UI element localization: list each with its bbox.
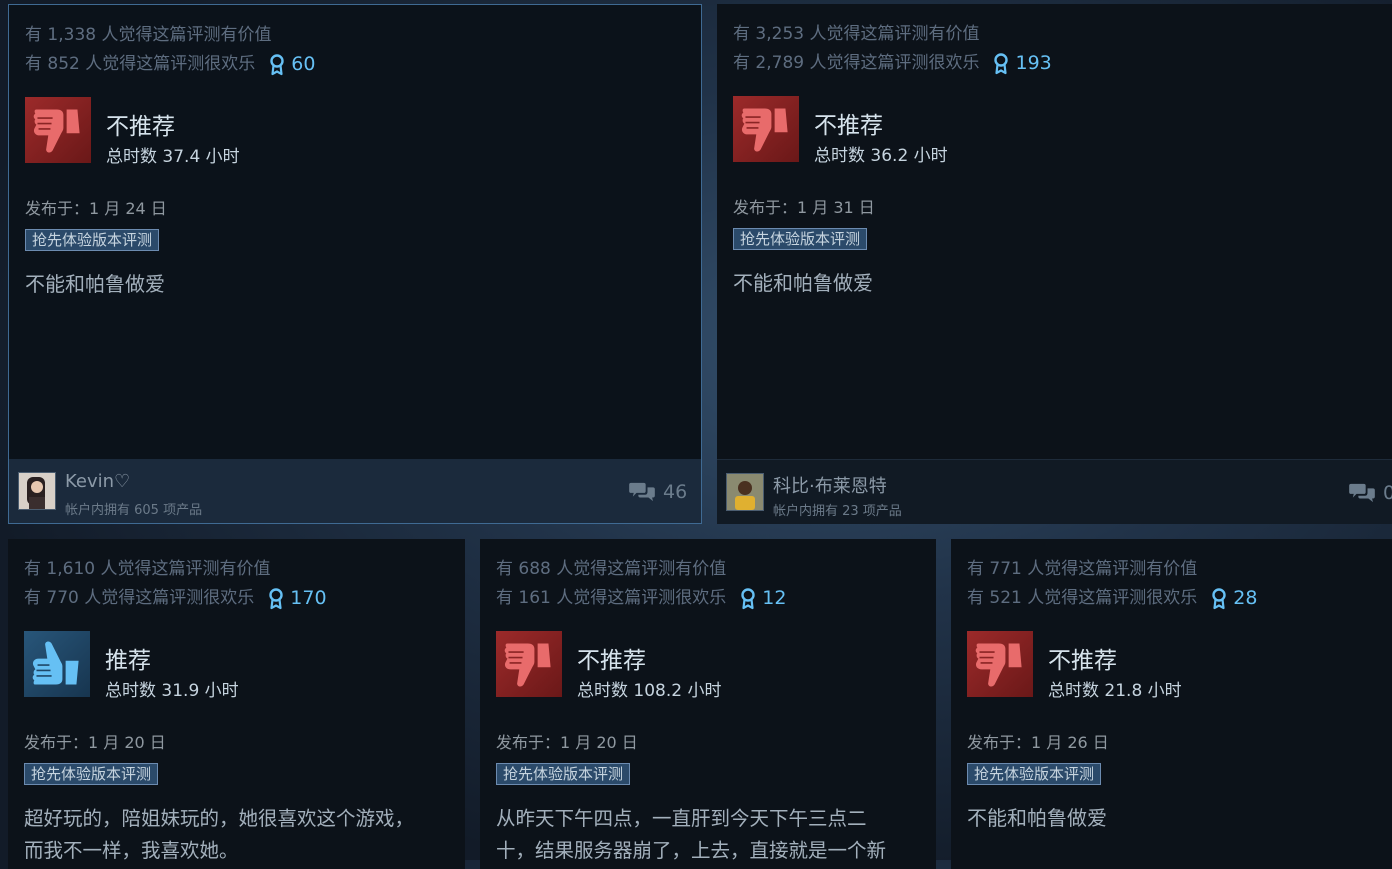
posted-date: 发布于：1 月 31 日: [733, 198, 875, 217]
early-access-tag: 抢先体验版本评测: [25, 229, 160, 251]
review-text[interactable]: 从昨天下午四点，一直肝到今天下午三点二 十，结果服务器崩了，上去，直接就是一个新: [496, 803, 886, 867]
comment-icon: [629, 481, 655, 503]
review-card[interactable]: 有 1,338 人觉得这篇评测有价值 有 852 人觉得这篇评测很欢乐 60 不推…: [8, 4, 702, 524]
helpful-count: 有 3,253 人觉得这篇评测有价值: [733, 24, 980, 44]
helpful-count: 有 1,338 人觉得这篇评测有价值: [25, 25, 272, 45]
funny-count: 有 852 人觉得这篇评测很欢乐: [25, 54, 256, 74]
review-text[interactable]: 超好玩的，陪姐妹玩的，她很喜欢这个游戏， 而我不一样，我喜欢她。: [24, 803, 414, 867]
award-icon: [993, 53, 1009, 75]
funny-count: 有 770 人觉得这篇评测很欢乐: [24, 588, 255, 608]
review-text-line: 十，结果服务器崩了，上去，直接就是一个新: [496, 839, 887, 862]
review-verdict[interactable]: 不推荐: [1048, 641, 1117, 675]
review-verdict[interactable]: 不推荐: [577, 641, 646, 675]
early-access-tag: 抢先体验版本评测: [733, 228, 868, 250]
review-card[interactable]: 有 3,253 人觉得这篇评测有价值 有 2,789 人觉得这篇评测很欢乐 193…: [717, 4, 1392, 524]
posted-date: 发布于：1 月 20 日: [496, 733, 638, 752]
review-author-footer: Kevin♡ 帐户内拥有 605 项产品 46: [9, 459, 701, 523]
funny-count: 有 521 人觉得这篇评测很欢乐: [967, 588, 1198, 608]
award-count[interactable]: 28: [1211, 584, 1257, 613]
award-icon: [740, 588, 756, 610]
review-text[interactable]: 不能和帕鲁做爱: [733, 267, 873, 299]
avatar[interactable]: [18, 472, 56, 510]
posted-date: 发布于：1 月 26 日: [967, 733, 1109, 752]
review-verdict[interactable]: 推荐: [105, 641, 151, 675]
review-text[interactable]: 不能和帕鲁做爱: [25, 268, 165, 300]
review-card[interactable]: 有 771 人觉得这篇评测有价值 有 521 人觉得这篇评测很欢乐 28 不推荐 …: [951, 539, 1392, 869]
funny-count: 有 161 人觉得这篇评测很欢乐: [496, 588, 727, 608]
avatar[interactable]: [726, 473, 764, 511]
author-name[interactable]: Kevin♡: [65, 471, 130, 492]
review-verdict[interactable]: 不推荐: [106, 107, 175, 141]
funny-count: 有 2,789 人觉得这篇评测很欢乐: [733, 53, 980, 73]
review-author-footer: 科比·布莱恩特 帐户内拥有 23 项产品 0: [717, 459, 1392, 524]
review-stats: 有 3,253 人觉得这篇评测有价值 有 2,789 人觉得这篇评测很欢乐 193: [733, 20, 1052, 78]
posted-date: 发布于：1 月 24 日: [25, 199, 167, 218]
review-stats: 有 771 人觉得这篇评测有价值 有 521 人觉得这篇评测很欢乐 28: [967, 555, 1257, 613]
award-icon: [1211, 588, 1227, 610]
helpful-count: 有 688 人觉得这篇评测有价值: [496, 559, 727, 579]
products-owned: 帐户内拥有 605 项产品: [65, 503, 203, 518]
playtime-hours: 总时数 37.4 小时: [106, 147, 240, 167]
thumbs-up-icon: [24, 631, 90, 697]
helpful-count: 有 1,610 人觉得这篇评测有价值: [24, 559, 271, 579]
comment-count[interactable]: 0: [1349, 482, 1392, 504]
posted-date: 发布于：1 月 20 日: [24, 733, 166, 752]
products-owned: 帐户内拥有 23 项产品: [773, 504, 902, 519]
review-text-line: 而我不一样，我喜欢她。: [24, 839, 239, 862]
review-card[interactable]: 有 1,610 人觉得这篇评测有价值 有 770 人觉得这篇评测很欢乐 170 推…: [8, 539, 465, 869]
playtime-hours: 总时数 21.8 小时: [1048, 681, 1182, 701]
author-name[interactable]: 科比·布莱恩特: [773, 472, 887, 498]
award-count[interactable]: 193: [993, 49, 1052, 78]
thumbs-down-icon: [733, 96, 799, 162]
review-card[interactable]: 有 688 人觉得这篇评测有价值 有 161 人觉得这篇评测很欢乐 12 不推荐 …: [480, 539, 936, 869]
playtime-hours: 总时数 31.9 小时: [105, 681, 239, 701]
early-access-tag: 抢先体验版本评测: [496, 763, 631, 785]
review-text[interactable]: 不能和帕鲁做爱: [967, 802, 1107, 834]
award-icon: [269, 54, 285, 76]
award-icon: [268, 588, 284, 610]
thumbs-down-icon: [967, 631, 1033, 697]
review-verdict[interactable]: 不推荐: [814, 106, 883, 140]
playtime-hours: 总时数 108.2 小时: [577, 681, 722, 701]
review-stats: 有 688 人觉得这篇评测有价值 有 161 人觉得这篇评测很欢乐 12: [496, 555, 786, 613]
comment-icon: [1349, 482, 1375, 504]
comment-count[interactable]: 46: [629, 481, 687, 503]
review-stats: 有 1,338 人觉得这篇评测有价值 有 852 人觉得这篇评测很欢乐 60: [25, 21, 315, 79]
review-text-line: 超好玩的，陪姐妹玩的，她很喜欢这个游戏，: [24, 807, 415, 830]
award-count[interactable]: 60: [269, 50, 315, 79]
helpful-count: 有 771 人觉得这篇评测有价值: [967, 559, 1198, 579]
playtime-hours: 总时数 36.2 小时: [814, 146, 948, 166]
award-count[interactable]: 12: [740, 584, 786, 613]
early-access-tag: 抢先体验版本评测: [24, 763, 159, 785]
thumbs-down-icon: [25, 97, 91, 163]
review-text-line: 从昨天下午四点，一直肝到今天下午三点二: [496, 807, 867, 830]
early-access-tag: 抢先体验版本评测: [967, 763, 1102, 785]
thumbs-down-icon: [496, 631, 562, 697]
review-stats: 有 1,610 人觉得这篇评测有价值 有 770 人觉得这篇评测很欢乐 170: [24, 555, 327, 613]
award-count[interactable]: 170: [268, 584, 327, 613]
